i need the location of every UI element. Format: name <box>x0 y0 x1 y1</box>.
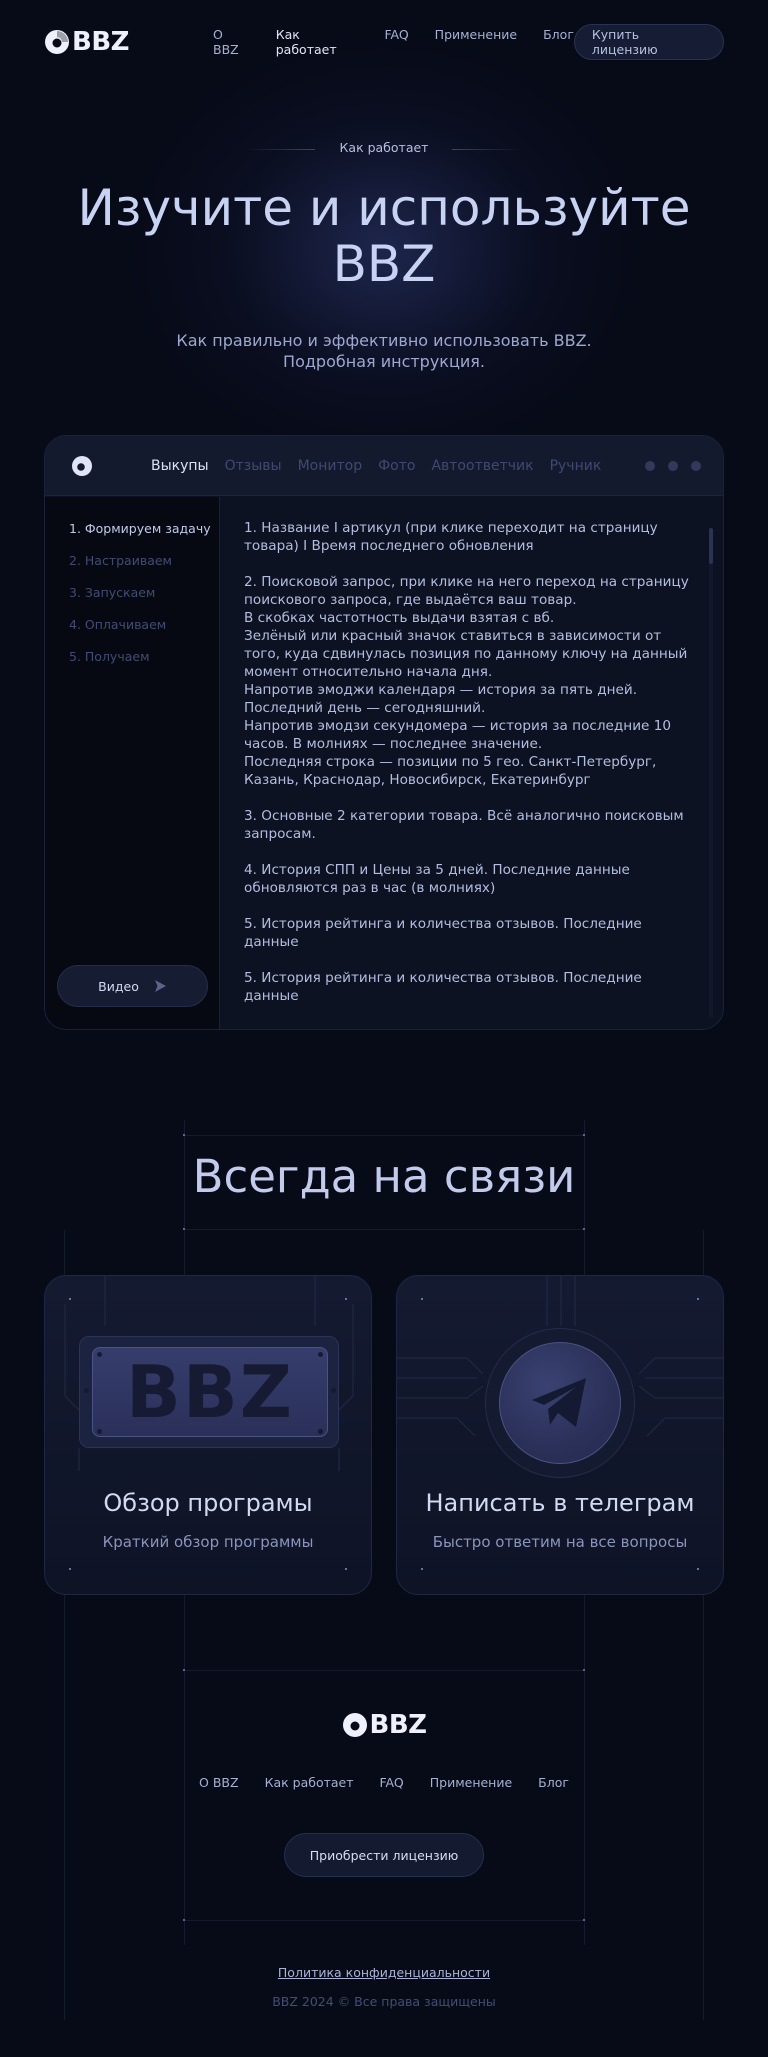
card-corner-dot <box>69 1298 71 1300</box>
hero-subtitle: Как правильно и эффективно использовать … <box>150 330 618 372</box>
card-title: Написать в телеграм <box>425 1489 695 1517</box>
grid-line <box>184 1229 584 1230</box>
telegram-icon <box>532 1378 586 1427</box>
grid-dot <box>183 1919 185 1921</box>
scrollbar-thumb[interactable] <box>709 528 713 564</box>
grid-dot <box>583 1919 585 1921</box>
card-corner-dot <box>345 1298 347 1300</box>
logo[interactable]: BBZ <box>44 27 130 57</box>
app-window: Выкупы Отзывы Монитор Фото Автоответчик … <box>44 435 724 1030</box>
card-corner-dot <box>421 1568 423 1570</box>
grid-line <box>184 1920 584 1921</box>
footer-nav-item-about[interactable]: О BBZ <box>199 1775 239 1790</box>
card-corner-dot <box>697 1568 699 1570</box>
plate-stud <box>84 1388 89 1393</box>
tab-purchases[interactable]: Выкупы <box>151 458 209 474</box>
card-title: Обзор програмы <box>103 1489 313 1517</box>
site-header: BBZ О BBZ Как работает FAQ Применение Бл… <box>44 24 724 60</box>
app-tabs: Выкупы Отзывы Монитор Фото Автоответчик … <box>151 458 601 474</box>
step-item-2[interactable]: 2. Настраиваем <box>69 553 219 585</box>
grid-line <box>184 1135 584 1136</box>
logo-text: BBZ <box>72 27 130 57</box>
video-button[interactable]: Видео <box>57 965 208 1007</box>
hero-title: Изучите и используйте BBZ <box>77 179 691 293</box>
privacy-policy-link[interactable]: Политика конфиденциальности <box>0 1965 768 1980</box>
card-subtitle: Быстро ответим на все вопросы <box>432 1533 688 1551</box>
app-toolbar: Выкупы Отзывы Монитор Фото Автоответчик … <box>45 436 723 496</box>
footer-logo[interactable]: BBZ <box>0 1710 768 1740</box>
nav-item-about[interactable]: О BBZ <box>213 27 250 57</box>
hero-subtitle-line-2: Подробная инструкция. <box>283 352 485 371</box>
copyright: BBZ 2024 © Все права защищены <box>272 1994 496 2009</box>
program-review-card[interactable]: BBZ Обзор програмы Краткий обзор програм… <box>44 1275 372 1595</box>
window-dot <box>691 461 701 471</box>
footer-nav: О BBZ Как работает FAQ Применение Блог <box>0 1775 768 1790</box>
nav-item-faq[interactable]: FAQ <box>384 27 408 57</box>
purchase-license-button[interactable]: Приобрести лицензию <box>284 1833 484 1877</box>
nav-item-usage[interactable]: Применение <box>435 27 517 57</box>
plate-stud <box>318 1429 323 1434</box>
card-corner-dot <box>421 1298 423 1300</box>
telegram-card[interactable]: Написать в телеграм Быстро ответим на вс… <box>396 1275 724 1595</box>
grid-dot <box>183 1228 185 1230</box>
plate-stud <box>97 1429 102 1434</box>
card-subtitle: Краткий обзор программы <box>102 1533 314 1551</box>
steps-sidebar: 1. Формируем задачу 2. Настраиваем 3. За… <box>45 497 220 1029</box>
window-dots <box>645 461 701 471</box>
tab-autoresponder[interactable]: Автоответчик <box>431 458 533 474</box>
section-eyebrow: Как работает <box>339 140 429 155</box>
video-button-label: Видео <box>98 978 139 994</box>
nav-item-how-it-works[interactable]: Как работает <box>276 27 359 57</box>
grid-dot <box>183 1669 185 1671</box>
grid-dot <box>583 1134 585 1136</box>
grid-line <box>184 1670 584 1671</box>
logo: BBZ <box>342 1710 427 1740</box>
telegram-icon-ring <box>485 1328 635 1478</box>
footer-nav-item-usage[interactable]: Применение <box>430 1775 512 1790</box>
tab-monitor[interactable]: Монитор <box>298 458 363 474</box>
card-corner-dot <box>697 1298 699 1300</box>
tab-manual[interactable]: Ручник <box>550 458 602 474</box>
window-dot <box>668 461 678 471</box>
main-nav: О BBZ Как работает FAQ Применение Блог <box>213 27 574 57</box>
grid-dot <box>583 1669 585 1671</box>
card-corner-dot <box>345 1568 347 1570</box>
footer-nav-item-blog[interactable]: Блог <box>538 1775 569 1790</box>
plate-stud <box>318 1352 323 1357</box>
instruction-text: 1. Название I артикул (при клике переход… <box>244 520 689 1007</box>
telegram-icon-circle <box>499 1342 621 1464</box>
plate-stud <box>331 1388 336 1393</box>
logo-text: BBZ <box>369 1710 428 1740</box>
logo-icon <box>45 30 69 54</box>
plate-stud <box>97 1352 102 1357</box>
window-dot <box>645 461 655 471</box>
play-icon <box>154 980 166 992</box>
logo-icon <box>342 1713 367 1737</box>
steps-list: 1. Формируем задачу 2. Настраиваем 3. За… <box>45 497 219 681</box>
tab-photo[interactable]: Фото <box>378 458 415 474</box>
step-item-1[interactable]: 1. Формируем задачу <box>69 521 219 553</box>
grid-dot <box>583 1228 585 1230</box>
footer-nav-item-how-it-works[interactable]: Как работает <box>265 1775 354 1790</box>
buy-license-button[interactable]: Купить лицензию <box>573 24 724 60</box>
bbz-plate: BBZ <box>79 1336 339 1448</box>
footer-nav-item-faq[interactable]: FAQ <box>380 1775 404 1790</box>
tab-reviews[interactable]: Отзывы <box>225 458 282 474</box>
step-item-4[interactable]: 4. Оплачиваем <box>69 617 219 649</box>
card-corner-dot <box>69 1568 71 1570</box>
contact-title: Всегда на связи <box>192 1150 576 1203</box>
hero-subtitle-line-1: Как правильно и эффективно использовать … <box>176 331 592 350</box>
plate-text: BBZ <box>92 1347 328 1437</box>
scrollbar[interactable] <box>709 528 713 1018</box>
app-logo-icon <box>72 455 92 476</box>
step-item-5[interactable]: 5. Получаем <box>69 649 219 681</box>
step-item-3[interactable]: 3. Запускаем <box>69 585 219 617</box>
nav-item-blog[interactable]: Блог <box>543 27 574 57</box>
grid-dot <box>183 1134 185 1136</box>
